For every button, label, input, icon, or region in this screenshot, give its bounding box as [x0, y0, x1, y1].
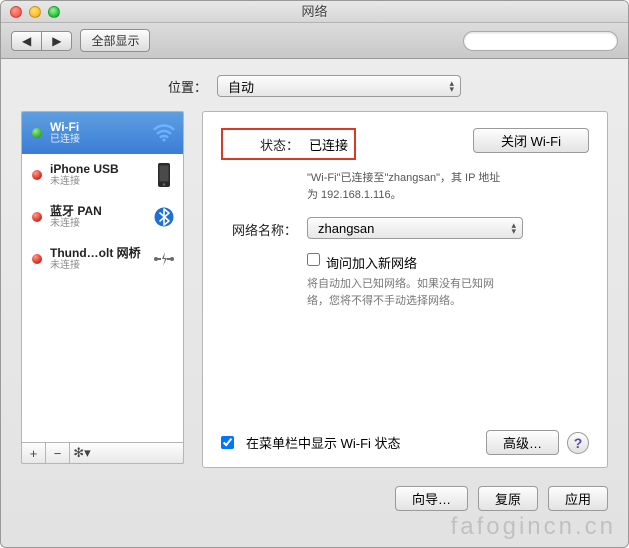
location-value: 自动 [228, 77, 254, 96]
window-title: 网络 [1, 1, 628, 23]
ask-join-help: 将自动加入已知网络。如果没有已知网络，您将不得不手动选择网络。 [307, 276, 507, 309]
chevron-updown-icon: ▴▾ [449, 80, 454, 92]
network-name-select[interactable]: zhangsan ▴▾ [307, 217, 523, 239]
service-bluetooth-pan[interactable]: 蓝牙 PAN 未连接 [22, 196, 183, 238]
ask-join-label: 询问加入新网络 [326, 253, 417, 272]
status-highlight: 状态： 已连接 [221, 128, 356, 160]
service-name: iPhone USB [50, 162, 145, 176]
add-button[interactable]: + [22, 443, 46, 463]
show-all-button[interactable]: 全部显示 [80, 29, 150, 52]
toolbar: ◀ ▶ 全部显示 [1, 23, 628, 59]
menubar-label: 在菜单栏中显示 Wi-Fi 状态 [246, 433, 401, 452]
ask-join-row: 询问加入新网络 将自动加入已知网络。如果没有已知网络，您将不得不手动选择网络。 [221, 253, 589, 309]
service-list: Wi-Fi 已连接 iPhone USB 未连接 [21, 111, 184, 443]
phone-icon [153, 161, 175, 189]
main-row: Wi-Fi 已连接 iPhone USB 未连接 [21, 111, 608, 468]
status-desc-row: "Wi-Fi"已连接至"zhangsan"，其 IP 地址为 192.168.1… [221, 170, 589, 203]
service-iphone-usb[interactable]: iPhone USB 未连接 [22, 154, 183, 196]
back-button[interactable]: ◀ [11, 31, 42, 51]
detail-footer: 在菜单栏中显示 Wi-Fi 状态 高级… ? [221, 430, 589, 455]
minimize-icon[interactable] [29, 6, 41, 18]
service-status: 未连接 [50, 176, 145, 188]
status-label: 状态： [223, 132, 309, 154]
close-icon[interactable] [10, 6, 22, 18]
forward-button[interactable]: ▶ [42, 31, 72, 51]
status-dot-icon [32, 170, 42, 180]
location-label: 位置： [168, 77, 207, 96]
service-status: 未连接 [50, 218, 145, 230]
chevron-updown-icon: ▴▾ [511, 222, 516, 234]
bluetooth-icon [153, 203, 175, 231]
service-name: Thund…olt 网桥 [50, 246, 145, 260]
nav-segment: ◀ ▶ [11, 31, 72, 51]
network-name-row: 网络名称： zhangsan ▴▾ [221, 217, 589, 239]
thunderbolt-icon [153, 245, 175, 273]
advanced-button[interactable]: 高级… [486, 430, 559, 455]
service-thunderbolt-bridge[interactable]: Thund…olt 网桥 未连接 [22, 238, 183, 280]
search-input[interactable] [463, 31, 618, 51]
content: 位置： 自动 ▴▾ Wi-Fi 已连接 [1, 59, 628, 476]
list-toolbar: + − ✻▾ [21, 443, 184, 464]
traffic-lights [1, 6, 60, 18]
service-status: 已连接 [50, 134, 145, 146]
action-button[interactable]: ✻▾ [70, 443, 94, 463]
network-prefs-window: 网络 ◀ ▶ 全部显示 位置： 自动 ▴▾ [0, 0, 629, 548]
status-description: "Wi-Fi"已连接至"zhangsan"，其 IP 地址为 192.168.1… [307, 170, 507, 203]
network-name-label: 网络名称： [221, 217, 307, 239]
status-dot-icon [32, 254, 42, 264]
status-dot-icon [32, 212, 42, 222]
service-status: 未连接 [50, 260, 145, 272]
revert-button[interactable]: 复原 [478, 486, 538, 511]
location-row: 位置： 自动 ▴▾ [21, 75, 608, 97]
service-wifi[interactable]: Wi-Fi 已连接 [22, 112, 183, 154]
help-button[interactable]: ? [567, 432, 589, 454]
network-name-value: zhangsan [318, 221, 374, 236]
assist-button[interactable]: 向导… [395, 486, 468, 511]
turn-off-wifi-button[interactable]: 关闭 Wi-Fi [473, 128, 589, 153]
remove-button[interactable]: − [46, 443, 70, 463]
status-row: 状态： 已连接 关闭 Wi-Fi [221, 128, 589, 166]
search-wrap [463, 31, 618, 51]
status-dot-icon [32, 128, 42, 138]
service-name: Wi-Fi [50, 120, 145, 134]
zoom-icon[interactable] [48, 6, 60, 18]
wifi-icon [153, 119, 175, 147]
apply-button[interactable]: 应用 [548, 486, 608, 511]
detail-pane: 状态： 已连接 关闭 Wi-Fi "Wi-Fi"已连接至"zhangsan"，其… [202, 111, 608, 468]
bottom-buttons: 向导… 复原 应用 [1, 476, 628, 525]
location-select[interactable]: 自动 ▴▾ [217, 75, 461, 97]
ask-join-checkbox[interactable] [307, 253, 320, 266]
sidebar: Wi-Fi 已连接 iPhone USB 未连接 [21, 111, 184, 468]
menubar-checkbox[interactable] [221, 436, 234, 449]
status-value: 已连接 [309, 132, 348, 154]
titlebar: 网络 [1, 1, 628, 23]
service-name: 蓝牙 PAN [50, 204, 145, 218]
